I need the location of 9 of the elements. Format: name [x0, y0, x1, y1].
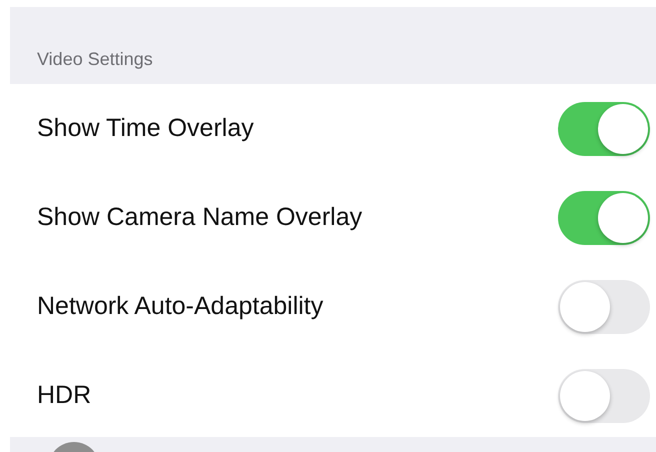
- toggle-switch[interactable]: [558, 280, 650, 334]
- setting-label: Network Auto-Adaptability: [37, 292, 324, 321]
- section-header: Video Settings: [37, 49, 153, 70]
- toggle-switch[interactable]: [558, 368, 650, 422]
- setting-label: Show Camera Name Overlay: [37, 203, 362, 232]
- setting-label: HDR: [37, 381, 92, 410]
- toggle-switch[interactable]: [558, 190, 650, 244]
- setting-label: Show Time Overlay: [37, 114, 254, 143]
- toggle-switch[interactable]: [558, 102, 650, 156]
